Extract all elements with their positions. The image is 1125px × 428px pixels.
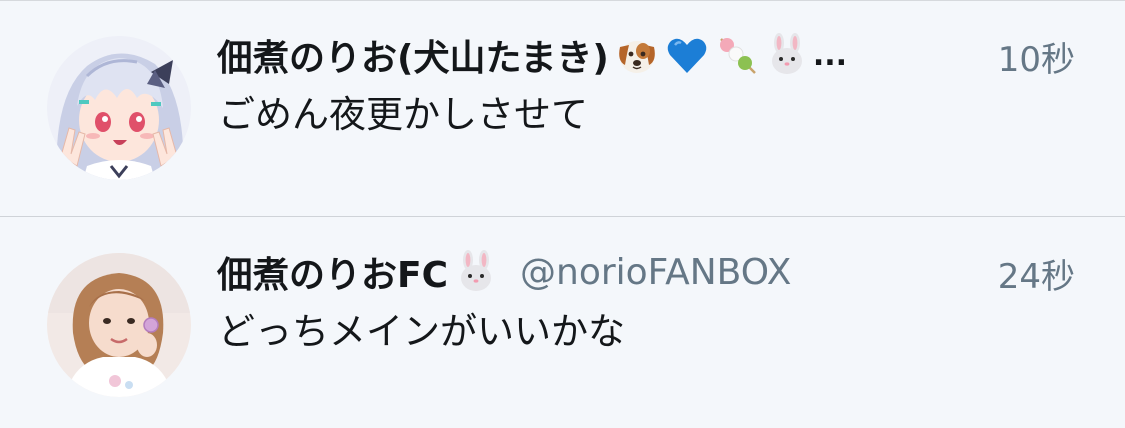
photo-avatar-icon — [47, 253, 191, 397]
user-handle[interactable]: @norioFANBOX — [520, 252, 791, 293]
timestamp[interactable]: 10秒 — [998, 32, 1075, 81]
dango-emoji-icon — [715, 33, 759, 77]
tweet-text: どっちメインがいいかな — [218, 310, 625, 353]
avatar[interactable] — [47, 36, 191, 180]
name-line: 佃煮のりお(犬山たまき) ... — [217, 28, 847, 82]
rabbit-face-emoji-icon — [765, 33, 809, 77]
avatar[interactable] — [47, 253, 191, 397]
anime-girl-avatar-icon — [47, 36, 191, 180]
tweet[interactable]: 佃煮のりおFC @norioFANBOX 24秒 どっちメインがいいかな — [0, 217, 1125, 428]
tweet-text: ごめん夜更かしさせて — [218, 93, 588, 136]
tweet-timeline: 佃煮のりお(犬山たまき) ... 10秒 ごめん夜更かしさせて 佃煮のりおFC … — [0, 0, 1125, 428]
display-name[interactable]: 佃煮のりお(犬山たまき) — [217, 29, 609, 81]
blue-heart-emoji-icon — [665, 33, 709, 77]
display-name[interactable]: 佃煮のりおFC — [217, 246, 448, 298]
tweet[interactable]: 佃煮のりお(犬山たまき) ... 10秒 ごめん夜更かしさせて — [0, 0, 1125, 216]
timestamp[interactable]: 24秒 — [998, 249, 1075, 298]
name-line: 佃煮のりおFC @norioFANBOX — [217, 245, 791, 299]
name-truncation-ellipsis: ... — [812, 37, 848, 73]
dog-face-emoji-icon — [615, 33, 659, 77]
rabbit-face-emoji-icon — [454, 250, 498, 294]
